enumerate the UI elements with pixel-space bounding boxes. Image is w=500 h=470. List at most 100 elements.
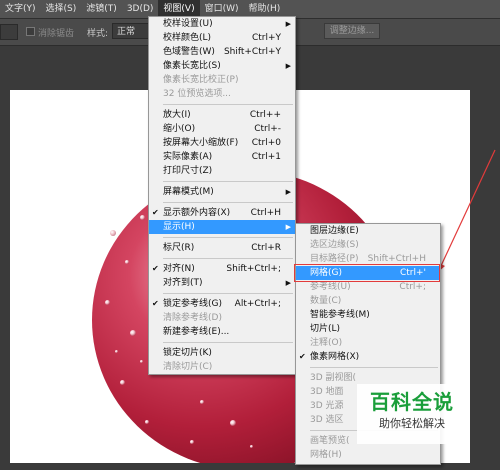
menu-item-label: 按屏幕大小缩放(F) (163, 138, 239, 148)
menu-item-label: 3D 副视图( (310, 373, 357, 383)
menu-item[interactable]: 锁定切片(K) (149, 346, 295, 360)
menu-item-shortcut: Ctrl+0 (251, 138, 281, 148)
menu-item-shortcut: Ctrl+Y (251, 33, 281, 43)
menu-item-label: 像素网格(X) (310, 352, 360, 362)
menu-item[interactable]: 按屏幕大小缩放(F) Ctrl+0 (149, 136, 295, 150)
submenu-arrow-icon: ▶ (285, 223, 291, 231)
menu-item: 参考线(U) Ctrl+; (296, 280, 440, 294)
menu-item-shortcut: Alt+Ctrl+; (234, 299, 281, 309)
menu-item-label: 数量(C) (310, 296, 342, 306)
annotation-arrow-line (439, 149, 496, 269)
menu-item-shortcut: Shift+Ctrl+Y (223, 47, 281, 57)
menu-item[interactable]: 屏幕模式(M) ▶ (149, 185, 295, 199)
menu-item[interactable]: 缩小(O) Ctrl+- (149, 122, 295, 136)
menu-item: 清除切片(C) (149, 360, 295, 374)
grid-highlight-box (294, 264, 440, 282)
checkmark-icon: ✔ (152, 264, 159, 273)
checkmark-icon: ✔ (152, 299, 159, 308)
watermark-title: 百科全说 (370, 390, 454, 414)
menu-item[interactable]: 实际像素(A) Ctrl+1 (149, 150, 295, 164)
menu-item[interactable]: 像素长宽比(S) ▶ (149, 59, 295, 73)
menu-separator (163, 342, 293, 343)
menu-item[interactable]: 打印尺寸(Z) (149, 164, 295, 178)
menu-item-label: 显示(H) (163, 222, 195, 232)
menu-separator (163, 202, 293, 203)
menu-item-label: 注释(O) (310, 338, 343, 348)
menu-item-label: 目标路径(P) (310, 254, 359, 264)
menu-item[interactable]: ✔ 锁定参考线(G) Alt+Ctrl+; (149, 297, 295, 311)
menu-item[interactable]: 新建参考线(E)... (149, 325, 295, 339)
menu-item-label: 选区边缘(S) (310, 240, 359, 250)
menu-separator (163, 258, 293, 259)
menu-item-shortcut: Ctrl+; (399, 282, 426, 292)
menu-separator (163, 293, 293, 294)
menu-item-label: 显示额外内容(X) (163, 208, 231, 218)
submenu-arrow-icon: ▶ (285, 20, 291, 28)
menu-item-label: 校样颜色(L) (163, 33, 212, 43)
menu-item[interactable]: 放大(I) Ctrl++ (149, 108, 295, 122)
menu-item[interactable]: 显示(H) ▶ (149, 220, 295, 234)
menu-item-label: 打印尺寸(Z) (163, 166, 213, 176)
menu-separator (310, 367, 438, 368)
menu-item[interactable]: 对齐到(T) ▶ (149, 276, 295, 290)
menu-item-label: 对齐到(T) (163, 278, 203, 288)
menu-item-label: 像素长宽比(S) (163, 61, 221, 71)
menu-item[interactable]: ✔ 像素网格(X) (296, 350, 440, 364)
menu-separator (163, 181, 293, 182)
menu-item[interactable]: 切片(L) (296, 322, 440, 336)
menu-item-shortcut: Ctrl+1 (251, 152, 281, 162)
menu-item-label: 3D 地面 (310, 387, 344, 397)
menu-item: 3D 副视图( (296, 371, 440, 385)
menu-separator (163, 104, 293, 105)
menu-separator (163, 237, 293, 238)
menu-item-label: 色域警告(W) (163, 47, 215, 57)
menu-item-label: 3D 光源 (310, 401, 344, 411)
menu-item-label: 屏幕模式(M) (163, 187, 214, 197)
watermark-logo: 百科全说 助你轻松解决 (357, 384, 467, 444)
menu-item-shortcut: Ctrl+- (254, 124, 281, 134)
menu-item-label: 网格(H) (310, 450, 342, 460)
menu-item[interactable]: 校样颜色(L) Ctrl+Y (149, 31, 295, 45)
menu-item: 数量(C) (296, 294, 440, 308)
submenu-arrow-icon: ▶ (285, 188, 291, 196)
menu-item-label: 清除切片(C) (163, 362, 213, 372)
menu-item-label: 像素长宽比校正(P) (163, 75, 239, 85)
menu-item-label: 锁定切片(K) (163, 348, 212, 358)
menu-item[interactable]: 校样设置(U) ▶ (149, 17, 295, 31)
watermark-subtitle: 助你轻松解决 (379, 417, 445, 430)
view-menu: 校样设置(U) ▶ 校样颜色(L) Ctrl+Y 色域警告(W) Shift+Ctrl+Y… (148, 16, 296, 375)
menu-item: 选区边缘(S) (296, 238, 440, 252)
menu-item-shortcut: Ctrl+H (250, 208, 281, 218)
menu-item: 清除参考线(D) (149, 311, 295, 325)
menu-item-label: 智能参考线(M) (310, 310, 370, 320)
menu-item-label: 放大(I) (163, 110, 191, 120)
checkmark-icon: ✔ (152, 208, 159, 217)
menu-item-label: 实际像素(A) (163, 152, 213, 162)
menu-item: 网格(H) (296, 448, 440, 462)
menu-item-label: 参考线(U) (310, 282, 351, 292)
menu-item[interactable]: 标尺(R) Ctrl+R (149, 241, 295, 255)
menu-item[interactable]: 色域警告(W) Shift+Ctrl+Y (149, 45, 295, 59)
menu-item-label: 校样设置(U) (163, 19, 213, 29)
menu-item-shortcut: Shift+Ctrl+; (226, 264, 281, 274)
menu-item-label: 切片(L) (310, 324, 341, 334)
menu-item-label: 清除参考线(D) (163, 313, 222, 323)
menu-item-label: 对齐(N) (163, 264, 195, 274)
menu-item: 注释(O) (296, 336, 440, 350)
menu-item-label: 标尺(R) (163, 243, 195, 253)
menu-item: 像素长宽比校正(P) (149, 73, 295, 87)
menu-item[interactable]: 智能参考线(M) (296, 308, 440, 322)
menu-item: 32 位预览选项... (149, 87, 295, 101)
menu-item[interactable]: 图层边缘(E) (296, 224, 440, 238)
menu-item-label: 新建参考线(E)... (163, 327, 230, 337)
menu-item-label: 32 位预览选项... (163, 89, 231, 99)
menu-item[interactable]: ✔ 对齐(N) Shift+Ctrl+; (149, 262, 295, 276)
submenu-arrow-icon: ▶ (285, 279, 291, 287)
menu-item-shortcut: Ctrl++ (249, 110, 281, 120)
menu-item[interactable]: ✔ 显示额外内容(X) Ctrl+H (149, 206, 295, 220)
menu-item-label: 图层边缘(E) (310, 226, 359, 236)
menu-item-label: 锁定参考线(G) (163, 299, 222, 309)
menu-item-label: 画笔预览( (310, 436, 350, 446)
menu-item-shortcut: Ctrl+R (251, 243, 281, 253)
submenu-arrow-icon: ▶ (285, 62, 291, 70)
